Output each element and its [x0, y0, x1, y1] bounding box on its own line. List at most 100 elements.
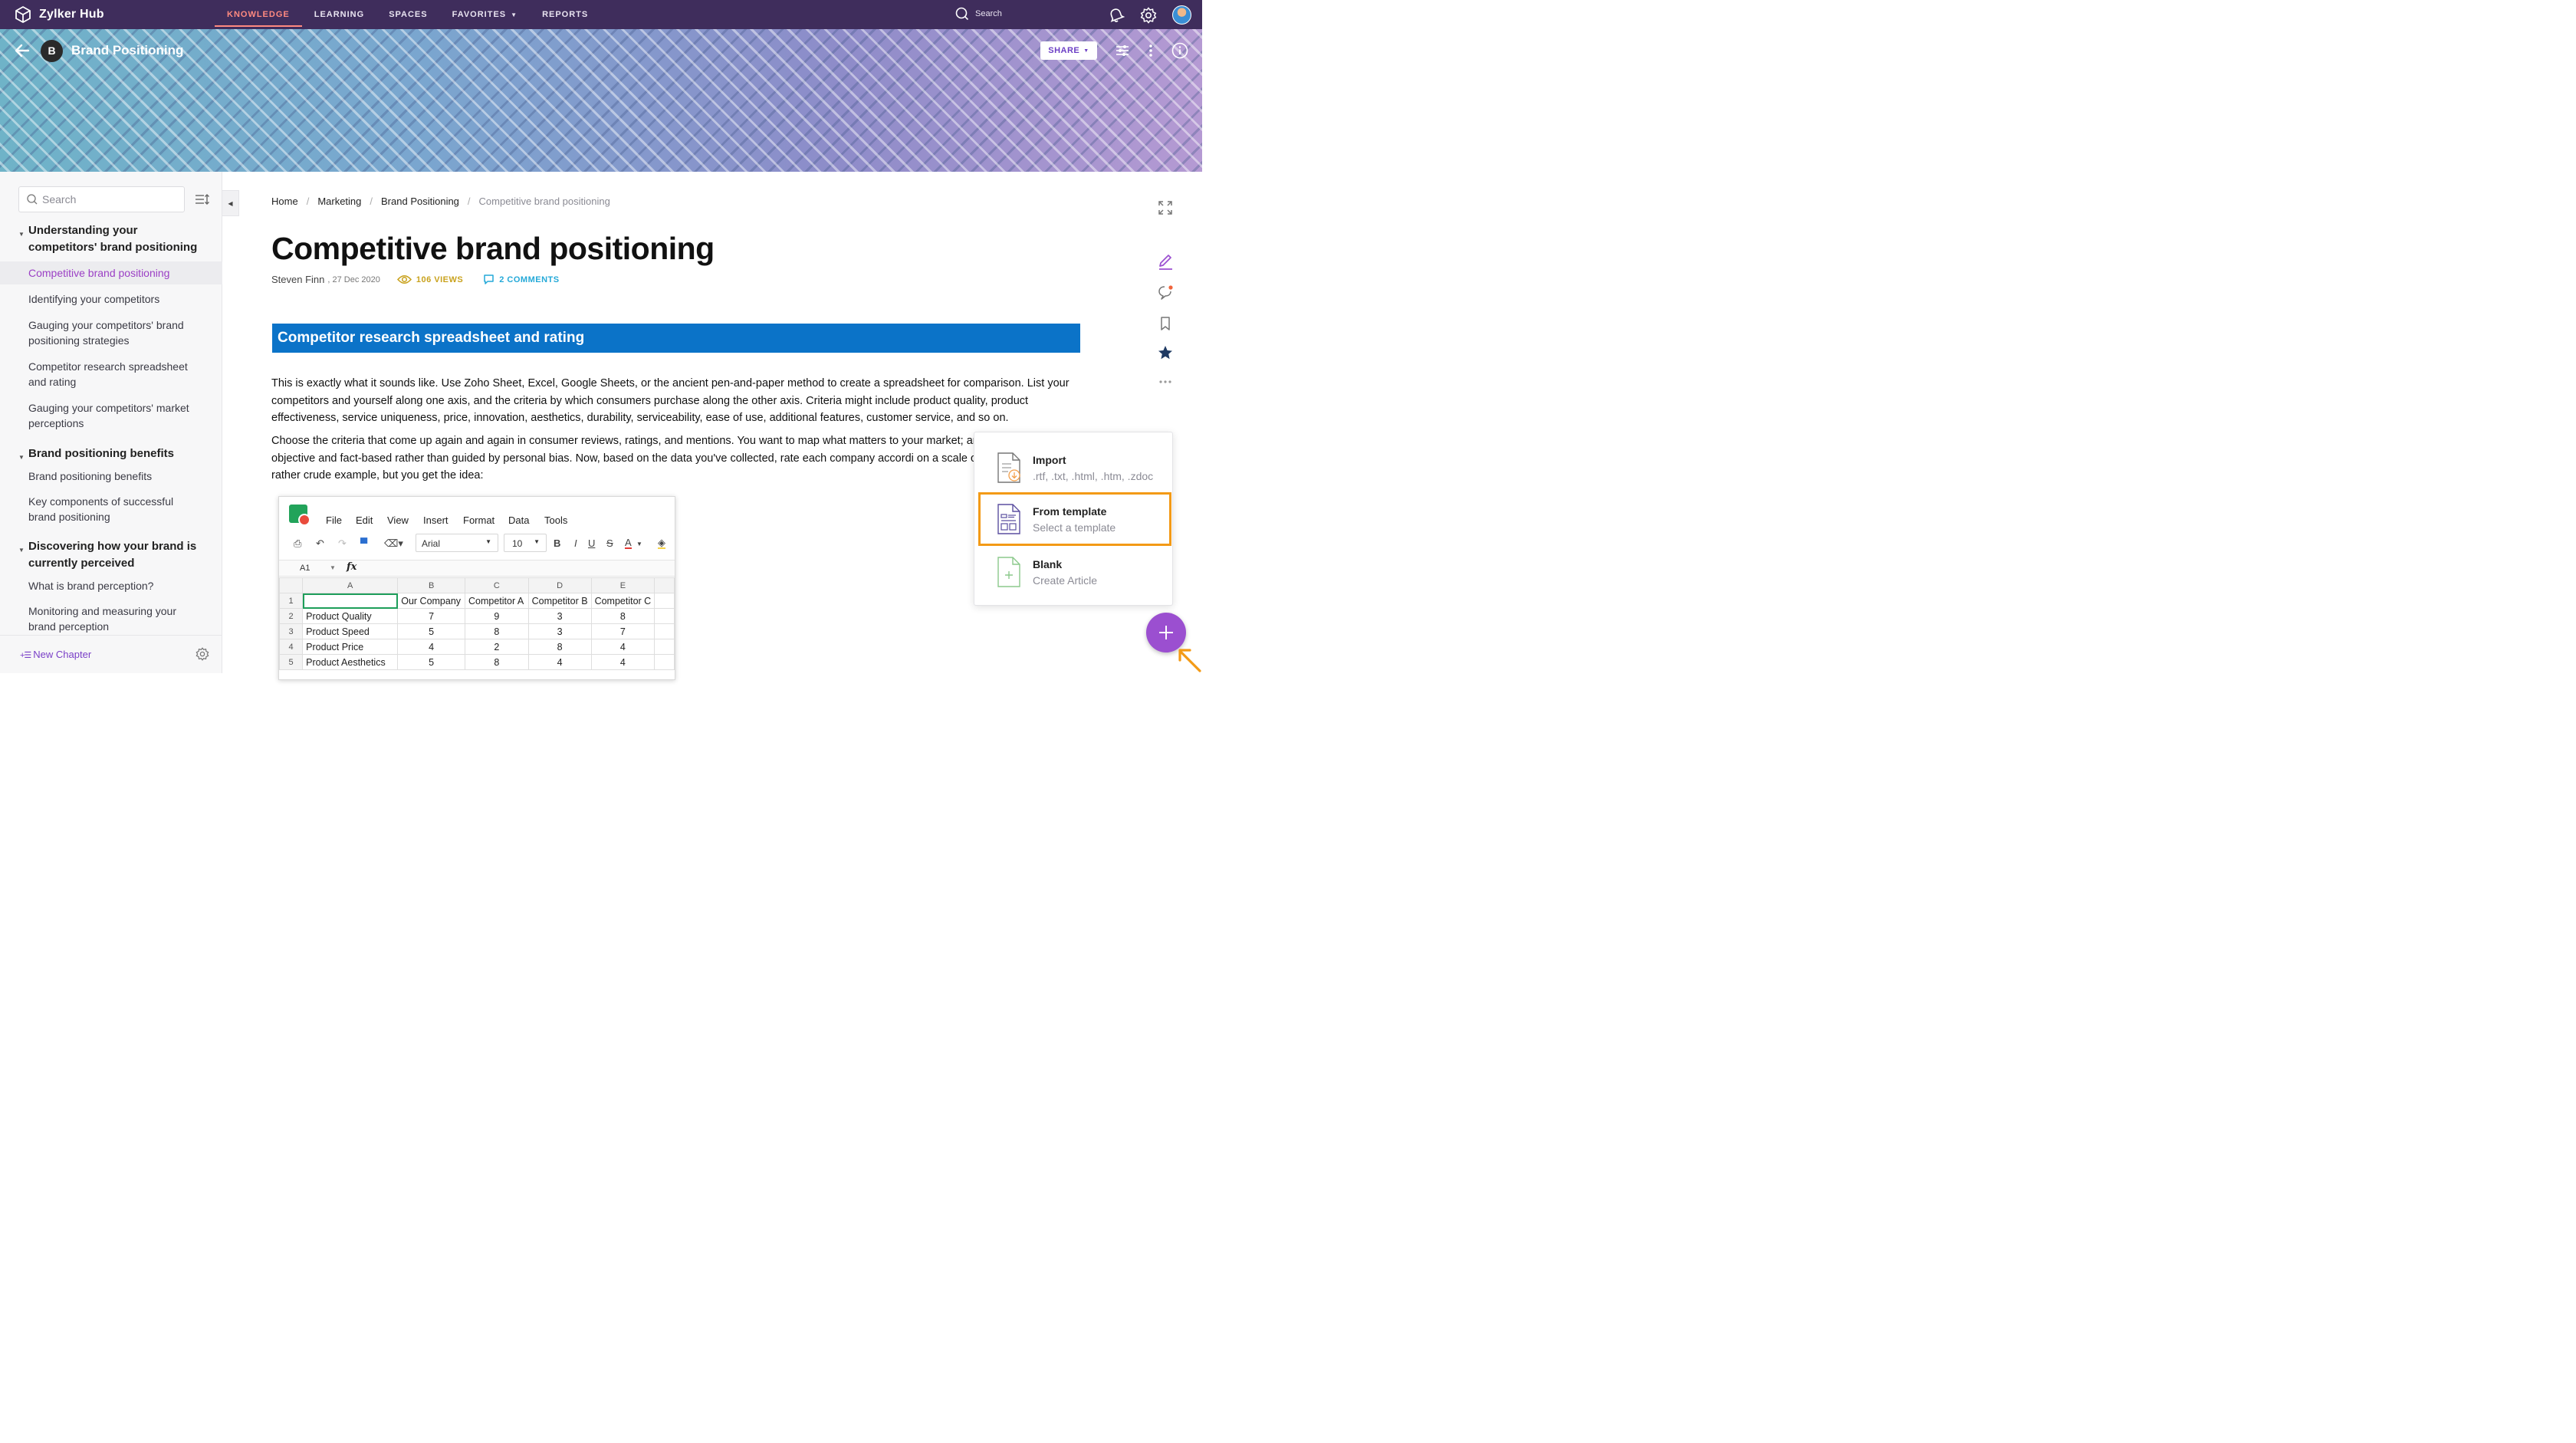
cell-reference: A1 [300, 564, 310, 573]
avatar[interactable] [1172, 5, 1191, 25]
tab-label: KNOWLEDGE [227, 10, 290, 19]
tab-spaces[interactable]: SPACES [376, 0, 439, 29]
bookmark-icon[interactable] [1157, 315, 1174, 332]
app-brand[interactable]: Zylker Hub [14, 5, 215, 24]
tab-label: SPACES [389, 10, 428, 19]
tab-knowledge[interactable]: KNOWLEDGE [215, 0, 302, 29]
chapter-title: Brand positioning benefits [28, 447, 174, 460]
article-title: What is brand perception? [28, 580, 154, 592]
sidebar-search-input[interactable]: Search [18, 186, 185, 212]
article-item[interactable]: Gauging your competitors' brand position… [0, 317, 222, 348]
author-name[interactable]: Steven Finn [271, 274, 324, 285]
table-cell: Our Company [397, 593, 465, 609]
comment-notification-icon[interactable] [1157, 284, 1174, 301]
article-title: Key components of successful brand posit… [28, 495, 174, 523]
article-item-active[interactable]: Competitive brand positioning [0, 261, 222, 284]
column-header: B [397, 577, 465, 593]
option-label: From template [1033, 505, 1107, 518]
breadcrumb-home[interactable]: Home [271, 196, 298, 207]
table-cell: Product Aesthetics [302, 654, 399, 670]
article-item[interactable]: Key components of successful brand posit… [0, 494, 222, 524]
column-header [654, 577, 675, 593]
column-header: E [590, 577, 656, 593]
option-sublabel: Create Article [1033, 574, 1098, 587]
sidebar-footer: +☰ New Chapter [0, 635, 222, 673]
menu-item: Insert [423, 514, 449, 526]
chevron-down-icon: ▼ [636, 541, 642, 547]
space-title: Brand Positioning [71, 43, 184, 58]
back-arrow-icon[interactable] [14, 42, 31, 59]
breadcrumb-brand-positioning[interactable]: Brand Positioning [381, 196, 459, 207]
column-header: C [464, 577, 529, 593]
import-option[interactable]: Import .rtf, .txt, .html, .htm, .zdoc [981, 443, 1169, 492]
article-item[interactable]: Brand positioning benefits [0, 468, 222, 484]
row-number: 5 [279, 654, 304, 670]
app-name: Zylker Hub [39, 8, 104, 21]
space-header: B Brand Positioning [0, 29, 1202, 72]
info-icon[interactable] [1171, 42, 1188, 59]
breadcrumb-separator: / [370, 196, 373, 207]
article-title: Monitoring and measuring your brand perc… [28, 605, 176, 633]
gear-icon[interactable] [196, 647, 209, 661]
table-cell: 4 [527, 654, 592, 670]
sort-icon[interactable] [195, 193, 210, 205]
article-item[interactable]: Monitoring and measuring your brand perc… [0, 603, 222, 634]
star-icon[interactable] [1157, 344, 1174, 361]
settings-sliders-icon[interactable] [1115, 43, 1130, 58]
notification-bell-icon[interactable] [1108, 7, 1125, 24]
function-icon: fx [347, 561, 357, 573]
comments-link[interactable]: 2 COMMENTS [483, 274, 559, 285]
tab-favorites[interactable]: FAVORITES ▼ [440, 0, 530, 29]
more-vertical-icon[interactable] [1148, 43, 1153, 58]
gear-icon[interactable] [1140, 6, 1157, 24]
more-horizontal-icon[interactable] [1157, 379, 1174, 385]
share-button[interactable]: SHARE ▼ [1040, 41, 1097, 60]
blank-option[interactable]: Blank Create Article [981, 547, 1169, 597]
search-label: Search [975, 9, 1002, 18]
caret-down-icon: ▼ [18, 547, 25, 554]
chevron-down-icon: ▼ [511, 11, 518, 18]
article-item[interactable]: Gauging your competitors' market percept… [0, 400, 222, 431]
article-item[interactable]: Identifying your competitors [0, 291, 222, 307]
comments-label: 2 COMMENTS [499, 274, 560, 284]
option-label: Blank [1033, 558, 1063, 570]
table-cell: 5 [397, 623, 465, 639]
column-header: D [527, 577, 592, 593]
menu-item: Format [463, 514, 495, 526]
table-cell: 3 [527, 608, 592, 624]
tab-reports[interactable]: REPORTS [530, 0, 600, 29]
import-file-icon [997, 452, 1020, 483]
plus-icon [1159, 626, 1173, 639]
new-chapter-button[interactable]: +☰ New Chapter [20, 649, 91, 660]
edit-pencil-icon[interactable] [1157, 253, 1174, 271]
search-icon [955, 7, 969, 21]
chapter-title: Understanding your competitors' brand po… [28, 224, 198, 254]
table-row: 5 Product Aesthetics 5 8 4 4 [279, 654, 675, 670]
page-title: Competitive brand positioning [271, 231, 715, 266]
pointer-arrow-icon [1178, 649, 1201, 672]
search-icon [27, 194, 38, 205]
text-color-icon: A [625, 537, 632, 549]
breadcrumb-marketing[interactable]: Marketing [317, 196, 361, 207]
eraser-icon: ⌫▾ [384, 537, 403, 549]
tab-learning[interactable]: LEARNING [302, 0, 376, 29]
tab-label: LEARNING [314, 10, 365, 19]
sidebar: Search ▼ Understanding your competitors' … [0, 172, 222, 673]
breadcrumb: Home / Marketing / Brand Positioning / Comp… [271, 196, 610, 207]
table-cell: 4 [590, 654, 656, 670]
table-cell: 5 [397, 654, 465, 670]
table-cell: Product Price [302, 639, 399, 655]
from-template-option[interactable]: From template Select a template [978, 492, 1171, 546]
chapter-item[interactable]: ▼ Brand positioning benefits [0, 445, 222, 462]
article-item[interactable]: Competitor research spreadsheet and rati… [0, 359, 222, 390]
views-label: 106 VIEWS [416, 274, 464, 284]
chapter-title: Discovering how your brand is currently … [28, 540, 197, 570]
option-sublabel: Select a template [1033, 521, 1116, 534]
formula-bar: A1 ▼ fx [279, 560, 675, 577]
chapter-item[interactable]: ▼ Discovering how your brand is currently… [0, 538, 222, 572]
chapter-item[interactable]: ▼ Understanding your competitors' brand p… [0, 222, 222, 256]
article-item[interactable]: What is brand perception? [0, 578, 222, 593]
fullscreen-icon[interactable] [1157, 199, 1174, 216]
nav-tabs: KNOWLEDGE LEARNING SPACES FAVORITES ▼ REP… [215, 0, 600, 29]
global-search[interactable]: Search [955, 7, 1002, 21]
